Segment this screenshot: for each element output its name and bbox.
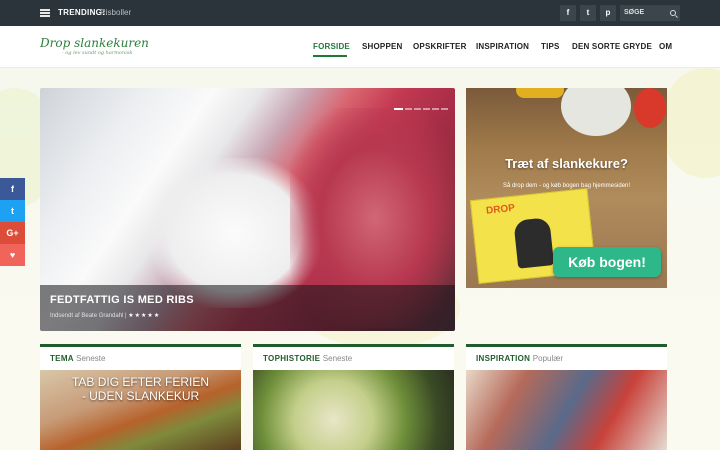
buy-book-button[interactable]: Køb bogen!	[553, 247, 661, 277]
share-twitter-icon[interactable]: t	[0, 200, 25, 222]
featured-slider[interactable]: FEDTFATTIG IS MED RIBS Indsendt af Beate…	[40, 88, 455, 331]
slider-dot[interactable]	[423, 108, 430, 110]
slider-dot[interactable]	[394, 108, 403, 110]
trending-label: TRENDING:	[58, 8, 106, 17]
site-header: Drop slankekuren - og lev sundt og harmo…	[0, 26, 720, 68]
nav-om[interactable]: OM	[659, 42, 672, 51]
nav-tips[interactable]: TIPS	[541, 42, 560, 51]
site-logo[interactable]: Drop slankekuren	[40, 36, 149, 50]
card-sub: Seneste	[76, 354, 106, 363]
top-bar: TRENDING: Risboller f t p SØGE	[0, 0, 720, 26]
ad-subtitle: Så drop dem - og køb bogen bag hjemmesid…	[502, 183, 631, 189]
nav-opskrifter[interactable]: OPSKRIFTER	[413, 42, 467, 51]
facebook-icon[interactable]: f	[560, 5, 576, 21]
slide-author: Indsendt af Beate Grandahl |	[50, 313, 127, 319]
slide-meta: Indsendt af Beate Grandahl | ★★★★★	[50, 312, 160, 319]
nav-forside[interactable]: FORSIDE	[313, 42, 350, 51]
book-title: DROP	[485, 202, 516, 217]
card-overlay-text: TAB DIG EFTER FERIEN - UDEN SLANKEKUR	[40, 375, 241, 403]
card-label: TEMA Seneste	[50, 354, 105, 363]
pinterest-icon[interactable]: p	[600, 5, 616, 21]
card-image[interactable]	[466, 370, 667, 450]
card-sub: Populær	[532, 354, 564, 363]
overlay-line: TAB DIG EFTER FERIEN	[71, 375, 210, 389]
pepper-image	[516, 88, 564, 98]
logo-tagline: - og lev sundt og harmonisk	[62, 50, 133, 56]
slider-dot[interactable]	[432, 108, 439, 110]
overlay-line: - UDEN SLANKEKUR	[81, 389, 200, 403]
trending-link[interactable]: Risboller	[100, 8, 131, 17]
book-ad-banner[interactable]: Træt af slankekure? Så drop dem - og køb…	[466, 88, 667, 288]
flower-decoration	[660, 68, 720, 178]
share-facebook-icon[interactable]: f	[0, 178, 25, 200]
card-tophistorie[interactable]: TOPHISTORIE Seneste	[253, 344, 454, 450]
slider-dot[interactable]	[405, 108, 412, 110]
nav-den-sorte-gryde[interactable]: DEN SORTE GRYDE	[572, 42, 652, 51]
rating-stars: ★★★★★	[128, 313, 161, 319]
card-title: TEMA	[50, 354, 74, 363]
slider-dot[interactable]	[441, 108, 448, 110]
card-inspiration[interactable]: INSPIRATION Populær	[466, 344, 667, 450]
active-nav-indicator	[313, 55, 347, 57]
slide-title[interactable]: FEDTFATTIG IS MED RIBS	[50, 294, 194, 306]
search-icon[interactable]	[670, 10, 676, 16]
card-label: INSPIRATION Populær	[476, 354, 563, 363]
slider-dot[interactable]	[414, 108, 421, 110]
slide-caption: FEDTFATTIG IS MED RIBS Indsendt af Beate…	[40, 285, 455, 331]
card-tema[interactable]: TEMA Seneste TAB DIG EFTER FERIEN - UDEN…	[40, 344, 241, 450]
share-love-icon[interactable]: ♥	[0, 244, 25, 266]
search-input[interactable]: SØGE	[620, 5, 680, 21]
menu-icon[interactable]	[40, 9, 50, 17]
card-image[interactable]: TAB DIG EFTER FERIEN - UDEN SLANKEKUR	[40, 370, 241, 450]
card-image[interactable]	[253, 370, 454, 450]
nav-shoppen[interactable]: SHOPPEN	[362, 42, 403, 51]
card-label: TOPHISTORIE Seneste	[263, 354, 352, 363]
share-google-icon[interactable]: G+	[0, 222, 25, 244]
olive-bowl-image	[561, 88, 631, 136]
search-placeholder: SØGE	[624, 9, 645, 16]
slider-dots	[394, 97, 450, 115]
ad-title: Træt af slankekure?	[505, 156, 628, 171]
tomato-image	[634, 88, 666, 128]
card-title: INSPIRATION	[476, 354, 531, 363]
nav-inspiration[interactable]: INSPIRATION	[476, 42, 529, 51]
card-title: TOPHISTORIE	[263, 354, 321, 363]
twitter-icon[interactable]: t	[580, 5, 596, 21]
author-photo	[513, 217, 555, 269]
card-sub: Seneste	[322, 354, 353, 363]
